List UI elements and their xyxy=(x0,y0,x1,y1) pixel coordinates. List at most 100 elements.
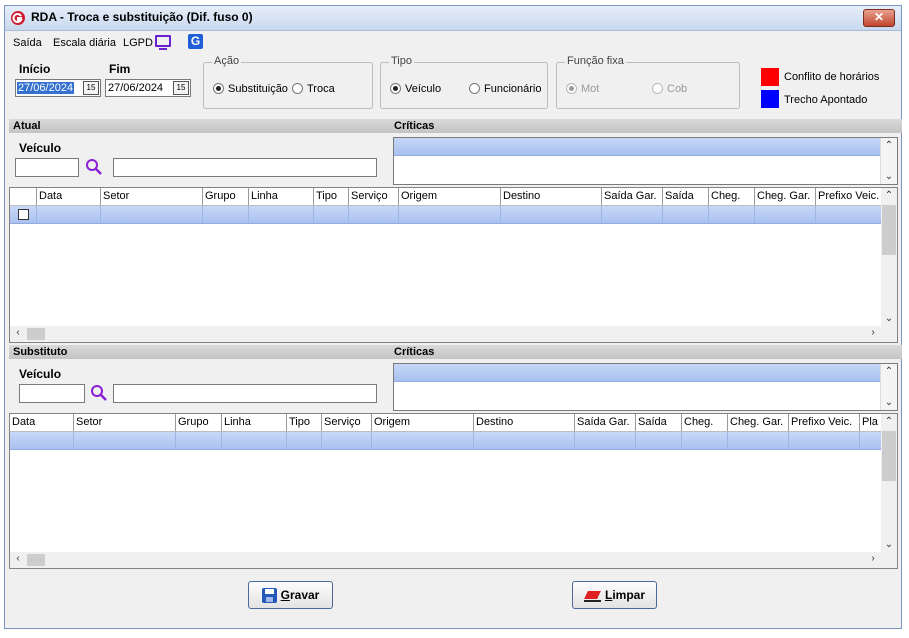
col-prefixo-veic[interactable]: Prefixo Veic. xyxy=(816,188,881,205)
radio-label: Veículo xyxy=(405,83,442,95)
substituto-grid-vscroll[interactable]: ⌃ ⌄ xyxy=(881,414,897,552)
scroll-up-icon[interactable]: ⌃ xyxy=(881,140,897,151)
row-cell xyxy=(249,206,314,223)
criticas-scrollbar[interactable]: ⌃ ⌄ xyxy=(880,364,897,410)
col-tipo[interactable]: Tipo xyxy=(287,414,322,431)
scroll-down-icon[interactable]: ⌄ xyxy=(881,313,897,324)
radio-cob: Cob xyxy=(652,83,687,95)
radio-label: Cob xyxy=(667,83,688,95)
col-servico[interactable]: Serviço xyxy=(322,414,372,431)
scroll-up-icon[interactable]: ⌃ xyxy=(881,190,897,201)
title-bar: RDA - Troca e substituição (Dif. fuso 0)… xyxy=(5,6,901,31)
row-cell xyxy=(203,206,249,223)
col-destino[interactable]: Destino xyxy=(501,188,602,205)
col-saida[interactable]: Saída xyxy=(636,414,682,431)
atual-veiculo-desc-input[interactable] xyxy=(113,158,377,177)
scroll-up-icon[interactable]: ⌃ xyxy=(881,416,897,427)
menu-escala-diaria[interactable]: Escala diária xyxy=(53,37,116,49)
search-icon[interactable] xyxy=(90,384,108,402)
scroll-down-icon[interactable]: ⌄ xyxy=(881,539,897,550)
scroll-thumb[interactable] xyxy=(27,328,45,340)
col-cheg[interactable]: Cheg. xyxy=(709,188,755,205)
main-window: RDA - Troca e substituição (Dif. fuso 0)… xyxy=(4,5,902,629)
menu-lgpd[interactable]: LGPD xyxy=(123,37,153,49)
scroll-thumb[interactable] xyxy=(882,205,896,255)
atual-grid[interactable]: Data Setor Grupo Linha Tipo Serviço Orig… xyxy=(9,187,898,343)
scroll-right-icon[interactable]: › xyxy=(865,553,881,564)
atual-veiculo-code-input[interactable] xyxy=(15,158,79,177)
atual-criticas-list[interactable]: ⌃ ⌄ xyxy=(393,137,898,185)
scroll-down-icon[interactable]: ⌄ xyxy=(881,171,897,182)
acao-group: Ação Substituição Troca xyxy=(203,55,373,109)
limpar-button[interactable]: Limpar xyxy=(572,581,657,609)
g-logo-icon[interactable]: G xyxy=(188,34,203,49)
col-saida[interactable]: Saída xyxy=(663,188,709,205)
col-cheg-gar[interactable]: Cheg. Gar. xyxy=(755,188,816,205)
gravar-label: ravar xyxy=(289,588,320,602)
menu-saida[interactable]: Saída xyxy=(13,37,42,49)
criticas-scrollbar[interactable]: ⌃ ⌄ xyxy=(880,138,897,184)
substituto-criticas-list[interactable]: ⌃ ⌄ xyxy=(393,363,898,411)
substituto-grid[interactable]: Data Setor Grupo Linha Tipo Serviço Orig… xyxy=(9,413,898,569)
col-prefixo-veic[interactable]: Prefixo Veic. xyxy=(789,414,860,431)
radio-funcionario[interactable]: Funcionário xyxy=(469,83,541,95)
row-cell xyxy=(101,206,203,223)
col-setor[interactable]: Setor xyxy=(101,188,203,205)
row-cell xyxy=(663,206,709,223)
table-row[interactable] xyxy=(10,206,881,224)
scroll-down-icon[interactable]: ⌄ xyxy=(881,397,897,408)
radio-veiculo[interactable]: Veículo xyxy=(390,83,441,95)
col-linha[interactable]: Linha xyxy=(249,188,314,205)
col-cheg[interactable]: Cheg. xyxy=(682,414,728,431)
criticas-selected-row[interactable] xyxy=(394,138,880,156)
scroll-right-icon[interactable]: › xyxy=(865,327,881,338)
substituto-veiculo-desc-input[interactable] xyxy=(113,384,377,403)
radio-troca[interactable]: Troca xyxy=(292,83,335,95)
substituto-veiculo-code-input[interactable] xyxy=(19,384,85,403)
atual-criticas-header: Críticas xyxy=(390,119,902,133)
col-saida-gar[interactable]: Saída Gar. xyxy=(575,414,636,431)
radio-dot xyxy=(390,83,401,94)
row-cell xyxy=(322,432,372,449)
close-button[interactable]: ✕ xyxy=(863,9,895,27)
scroll-up-icon[interactable]: ⌃ xyxy=(881,366,897,377)
row-checkbox[interactable] xyxy=(18,209,29,220)
radio-substituicao[interactable]: Substituição xyxy=(213,83,288,95)
col-data[interactable]: Data xyxy=(10,414,74,431)
row-cell xyxy=(222,432,287,449)
criticas-selected-row[interactable] xyxy=(394,364,880,382)
col-data[interactable]: Data xyxy=(37,188,101,205)
substituto-grid-hscroll[interactable]: ‹ › xyxy=(10,552,897,568)
col-pla[interactable]: Pla xyxy=(860,414,881,431)
row-cell xyxy=(501,206,602,223)
calendar-icon[interactable]: 15 xyxy=(173,81,189,95)
col-grupo[interactable]: Grupo xyxy=(203,188,249,205)
col-grupo[interactable]: Grupo xyxy=(176,414,222,431)
col-saida-gar[interactable]: Saída Gar. xyxy=(602,188,663,205)
atual-grid-vscroll[interactable]: ⌃ ⌄ xyxy=(881,188,897,326)
scroll-left-icon[interactable]: ‹ xyxy=(10,327,26,338)
fim-date-field[interactable]: 27/06/2024 15 xyxy=(105,79,191,97)
row-cell xyxy=(602,206,663,223)
gravar-button[interactable]: Gravar xyxy=(248,581,333,609)
col-servico[interactable]: Serviço xyxy=(349,188,399,205)
col-linha[interactable]: Linha xyxy=(222,414,287,431)
radio-dot xyxy=(652,83,663,94)
scroll-thumb[interactable] xyxy=(27,554,45,566)
inicio-date-field[interactable]: 27/06/2024 15 xyxy=(15,79,101,97)
col-tipo[interactable]: Tipo xyxy=(314,188,349,205)
col-select[interactable] xyxy=(10,188,37,205)
atual-grid-hscroll[interactable]: ‹ › xyxy=(10,326,897,342)
search-icon[interactable] xyxy=(85,158,103,176)
col-destino[interactable]: Destino xyxy=(474,414,575,431)
monitor-icon[interactable] xyxy=(155,35,171,47)
table-row[interactable] xyxy=(10,432,881,450)
col-origem[interactable]: Origem xyxy=(372,414,474,431)
scroll-left-icon[interactable]: ‹ xyxy=(10,553,26,564)
col-origem[interactable]: Origem xyxy=(399,188,501,205)
col-setor[interactable]: Setor xyxy=(74,414,176,431)
atual-section-header: Atual xyxy=(9,119,394,133)
col-cheg-gar[interactable]: Cheg. Gar. xyxy=(728,414,789,431)
scroll-thumb[interactable] xyxy=(882,431,896,481)
calendar-icon[interactable]: 15 xyxy=(83,81,99,95)
